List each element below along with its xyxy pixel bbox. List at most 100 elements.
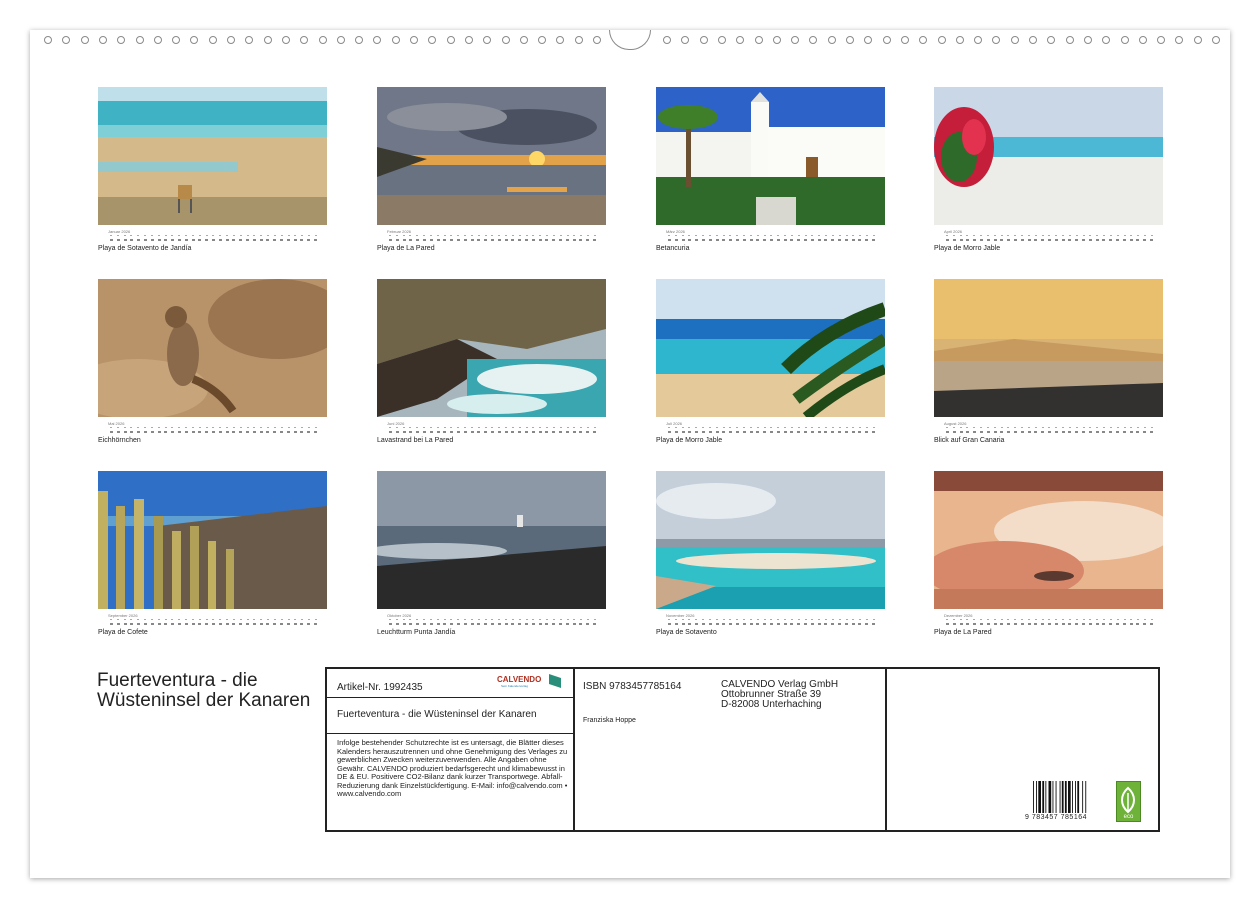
binding-ring — [1010, 36, 1019, 44]
binding-ring — [281, 36, 290, 44]
photo-caption: Leuchtturm Punta Jandía — [377, 629, 456, 636]
weekday-row — [110, 427, 317, 430]
article-number: Artikel-Nr. 1992435 — [337, 682, 423, 693]
month-name: Oktober 2026 — [387, 613, 412, 618]
binding-ring — [135, 36, 144, 44]
calvendo-logo-subline: Sein Kalenderverlag — [501, 684, 529, 688]
mini-calendar: März 2026 — [656, 229, 885, 243]
mini-calendar: April 2026 — [934, 229, 1163, 243]
month-name: April 2026 — [944, 229, 963, 234]
month-photo — [934, 279, 1163, 417]
month-card: Oktober 2026 Leuchtturm Punta Jandía — [377, 471, 606, 636]
binding-ring — [574, 36, 583, 44]
photo-caption: Playa de Sotavento — [656, 629, 717, 636]
binding-ring — [1175, 36, 1184, 44]
month-name: November 2026 — [666, 613, 695, 618]
barcode-bar — [1082, 781, 1084, 813]
info-column-publisher: ISBN 9783457785164 Franziska Hoppe CALVE… — [575, 669, 887, 830]
weekday-row — [946, 427, 1153, 430]
product-info-box: Artikel-Nr. 1992435 CALVENDO Sein Kalend… — [325, 667, 1160, 832]
binding-ring — [373, 36, 382, 44]
binding-ring — [809, 36, 818, 44]
mini-calendar: Oktober 2026 — [377, 613, 606, 627]
barcode-bar — [1072, 781, 1073, 813]
binding-ring — [483, 36, 492, 44]
calendar-title: Fuerteventura - die Wüsteninsel der Kana… — [97, 670, 311, 711]
binding-ring — [172, 36, 181, 44]
isbn: ISBN 9783457785164 — [583, 681, 682, 692]
binding-ring — [446, 36, 455, 44]
mini-calendar: November 2026 — [656, 613, 885, 627]
calvendo-logo-icon — [549, 674, 561, 688]
date-row — [389, 431, 596, 434]
binding-ring — [846, 36, 854, 44]
photo-caption: Betancuria — [656, 245, 690, 252]
article-row: Artikel-Nr. 1992435 CALVENDO Sein Kalend… — [327, 669, 573, 698]
month-card: Dezember 2026 Playa de La Pared — [934, 471, 1163, 636]
month-photo — [656, 471, 885, 609]
legal-notice: Infolge bestehender Schutzrechte ist es … — [337, 738, 568, 798]
binding-ring — [336, 36, 345, 44]
weekday-row — [110, 235, 317, 238]
photo-caption: Playa de Cofete — [98, 629, 148, 636]
divider — [327, 733, 573, 734]
author: Franziska Hoppe — [583, 717, 636, 724]
binding-ring — [1193, 36, 1202, 44]
binding-ring — [80, 36, 89, 44]
binding-ring — [974, 36, 983, 44]
binding-ring — [190, 36, 199, 44]
calvendo-logo: CALVENDO — [497, 675, 542, 684]
mini-calendar: Januar 2026 — [98, 229, 327, 243]
month-photo — [98, 87, 327, 225]
photo-caption: Playa de La Pared — [377, 245, 435, 252]
month-photo — [377, 471, 606, 609]
binding-ring — [263, 36, 272, 44]
binding-ring — [464, 36, 473, 44]
binding-ring — [1120, 36, 1129, 44]
date-row — [668, 431, 875, 434]
photo-caption: Lavastrand bei La Pared — [377, 437, 454, 444]
month-card: Januar 2026 Playa de Sotavento de Jandía — [98, 87, 327, 252]
binding-ring — [153, 36, 162, 44]
barcode-bar — [1055, 781, 1057, 813]
eco-badge: eco — [1116, 781, 1141, 822]
barcode-bar — [1075, 781, 1076, 813]
mini-calendar: August 2026 — [934, 421, 1163, 435]
binding-ring — [593, 36, 601, 44]
mini-calendar: Mai 2026 — [98, 421, 327, 435]
publisher-address: CALVENDO Verlag GmbH Ottobrunner Straße … — [721, 680, 881, 710]
weekday-row — [110, 619, 317, 622]
photo-caption: Playa de Sotavento de Jandía — [98, 245, 192, 252]
binding-ring — [355, 36, 364, 44]
mini-calendar: September 2026 — [98, 613, 327, 627]
binding-ring — [699, 36, 708, 44]
date-row — [668, 239, 875, 242]
date-row — [668, 623, 875, 626]
photo-caption: Eichhörnchen — [98, 437, 141, 444]
month-photo — [656, 279, 885, 417]
month-card: November 2026 Playa de Sotavento — [656, 471, 885, 636]
leaf-icon — [1121, 786, 1135, 814]
month-card: Mai 2026 Eichhörnchen — [98, 279, 327, 444]
barcode-bar — [1042, 781, 1045, 813]
binding-ring — [992, 36, 1001, 44]
month-card: Juli 2026 Playa de Morro Jable — [656, 279, 885, 444]
barcode-number: 9 783457 785164 — [1025, 814, 1087, 821]
binding-ring — [300, 36, 309, 44]
month-card: September 2026 Playa de Cofete — [98, 471, 327, 636]
date-row — [389, 239, 596, 242]
binding-ring — [736, 36, 745, 44]
binding-ring — [1065, 36, 1074, 44]
eco-label: eco — [1123, 814, 1134, 820]
binding-ring — [44, 36, 52, 44]
photo-caption: Playa de La Pared — [934, 629, 992, 636]
month-photo — [98, 279, 327, 417]
month-card: August 2026 Blick auf Gran Canaria — [934, 279, 1163, 444]
month-card: März 2026 Betancuria — [656, 87, 885, 252]
binding-ring — [519, 36, 528, 44]
binding-ring — [1138, 36, 1147, 44]
binding-ring — [900, 36, 909, 44]
month-photo — [377, 279, 606, 417]
binding-ring — [1157, 36, 1166, 44]
photo-caption: Blick auf Gran Canaria — [934, 437, 1005, 444]
